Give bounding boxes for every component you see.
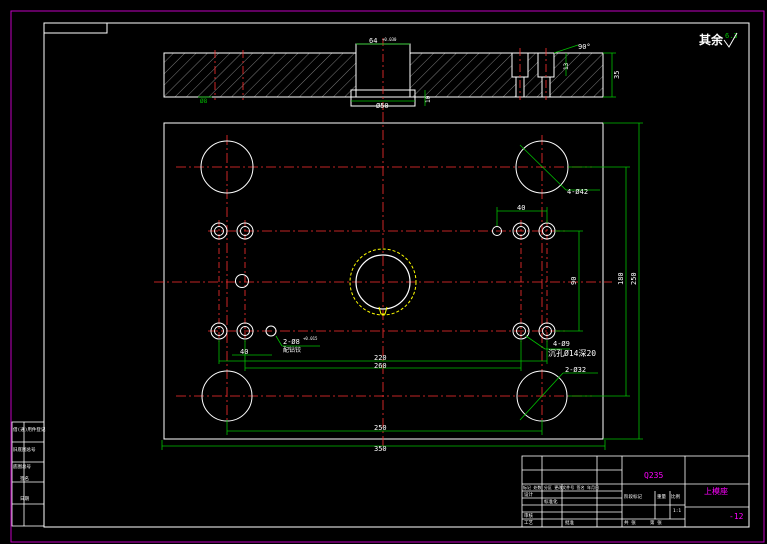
title-label-8: 共 张 bbox=[624, 519, 636, 526]
roughness-note: 其余 bbox=[699, 32, 724, 47]
title-label-5: 阶段标记 bbox=[624, 493, 642, 500]
section-view: 64 +0.030 Ø50 Ø8 90° 13 35 10 bbox=[163, 37, 621, 110]
pin-hole-left bbox=[235, 274, 249, 288]
dim-pitch-40-bottom: 40 bbox=[240, 348, 248, 356]
label-screw: 4-Ø9 bbox=[553, 340, 570, 348]
side-row-1: 旧底图总号 bbox=[13, 446, 36, 453]
title-material: Q235 bbox=[644, 471, 663, 480]
title-drawing-no: -12 bbox=[729, 512, 744, 521]
dim-angle: 90° bbox=[578, 43, 591, 51]
dim-180: 180 bbox=[617, 272, 625, 285]
label-pin-note: 配钻铰 bbox=[283, 346, 301, 354]
title-label-0: 设计 bbox=[524, 491, 533, 498]
title-label-9: 第 张 bbox=[650, 519, 662, 526]
section-hatch-right bbox=[409, 52, 604, 98]
dim-step-height: 10 bbox=[425, 95, 432, 103]
cad-drawing: 其余 6.3 64 +0.030 Ø50 Ø8 90° 13 35 10 350… bbox=[10, 10, 765, 543]
dim-250-vertical: 250 bbox=[630, 272, 638, 285]
side-row-4: 日期 bbox=[20, 496, 29, 502]
title-label-1: 标准化 bbox=[544, 498, 558, 505]
plan-view: 350 250 220 260 40 40 90 180 250 4-Ø42 2… bbox=[154, 112, 643, 453]
dim-bore-dia: Ø50 bbox=[376, 102, 389, 110]
title-header-row: 标记 处数 分区 更改文件号 签名 年月日 bbox=[523, 484, 599, 490]
dim-top-hole-tol: +0.030 bbox=[382, 37, 397, 42]
dim-350: 350 bbox=[374, 445, 387, 453]
side-row-2: 底图总号 bbox=[13, 463, 31, 470]
dim-260: 260 bbox=[374, 362, 387, 370]
label-4-dia42: 4-Ø42 bbox=[567, 188, 588, 196]
label-pin: 2-Ø8 bbox=[283, 338, 300, 346]
title-label-4: 批准 bbox=[565, 519, 574, 526]
dim-220: 220 bbox=[374, 354, 387, 362]
top-left-tag bbox=[43, 22, 108, 34]
side-row-3: 签名 bbox=[20, 475, 29, 482]
label-screw-note: 沉孔Ø14深20 bbox=[548, 348, 596, 358]
dim-90: 90 bbox=[570, 277, 578, 285]
dim-pitch-40-top: 40 bbox=[517, 204, 525, 212]
drawing-frame bbox=[43, 22, 750, 528]
title-label-3: 工艺 bbox=[524, 520, 533, 526]
dim-right-small: 13 bbox=[563, 62, 570, 70]
title-part-name: 上模座 bbox=[704, 486, 728, 496]
label-2-dia32: 2-Ø32 bbox=[565, 366, 586, 374]
side-row-0: 借(通)用件登记 bbox=[13, 426, 46, 433]
title-scale: 1:1 bbox=[673, 508, 681, 514]
dim-left-mark: Ø8 bbox=[200, 98, 208, 105]
dim-250: 250 bbox=[374, 424, 387, 432]
side-block: 借(通)用件登记 旧底图总号 底图总号 签名 日期 bbox=[11, 421, 46, 527]
label-pin-tol: +0.015 bbox=[303, 336, 318, 341]
plate-outline bbox=[163, 122, 604, 440]
title-label-7: 比例 bbox=[671, 493, 680, 500]
dim-top-hole: 64 bbox=[369, 37, 377, 45]
section-hatch-left bbox=[163, 52, 357, 98]
title-label-2: 审核 bbox=[524, 512, 533, 519]
title-label-6: 重量 bbox=[657, 493, 666, 500]
dim-height: 35 bbox=[613, 71, 621, 79]
